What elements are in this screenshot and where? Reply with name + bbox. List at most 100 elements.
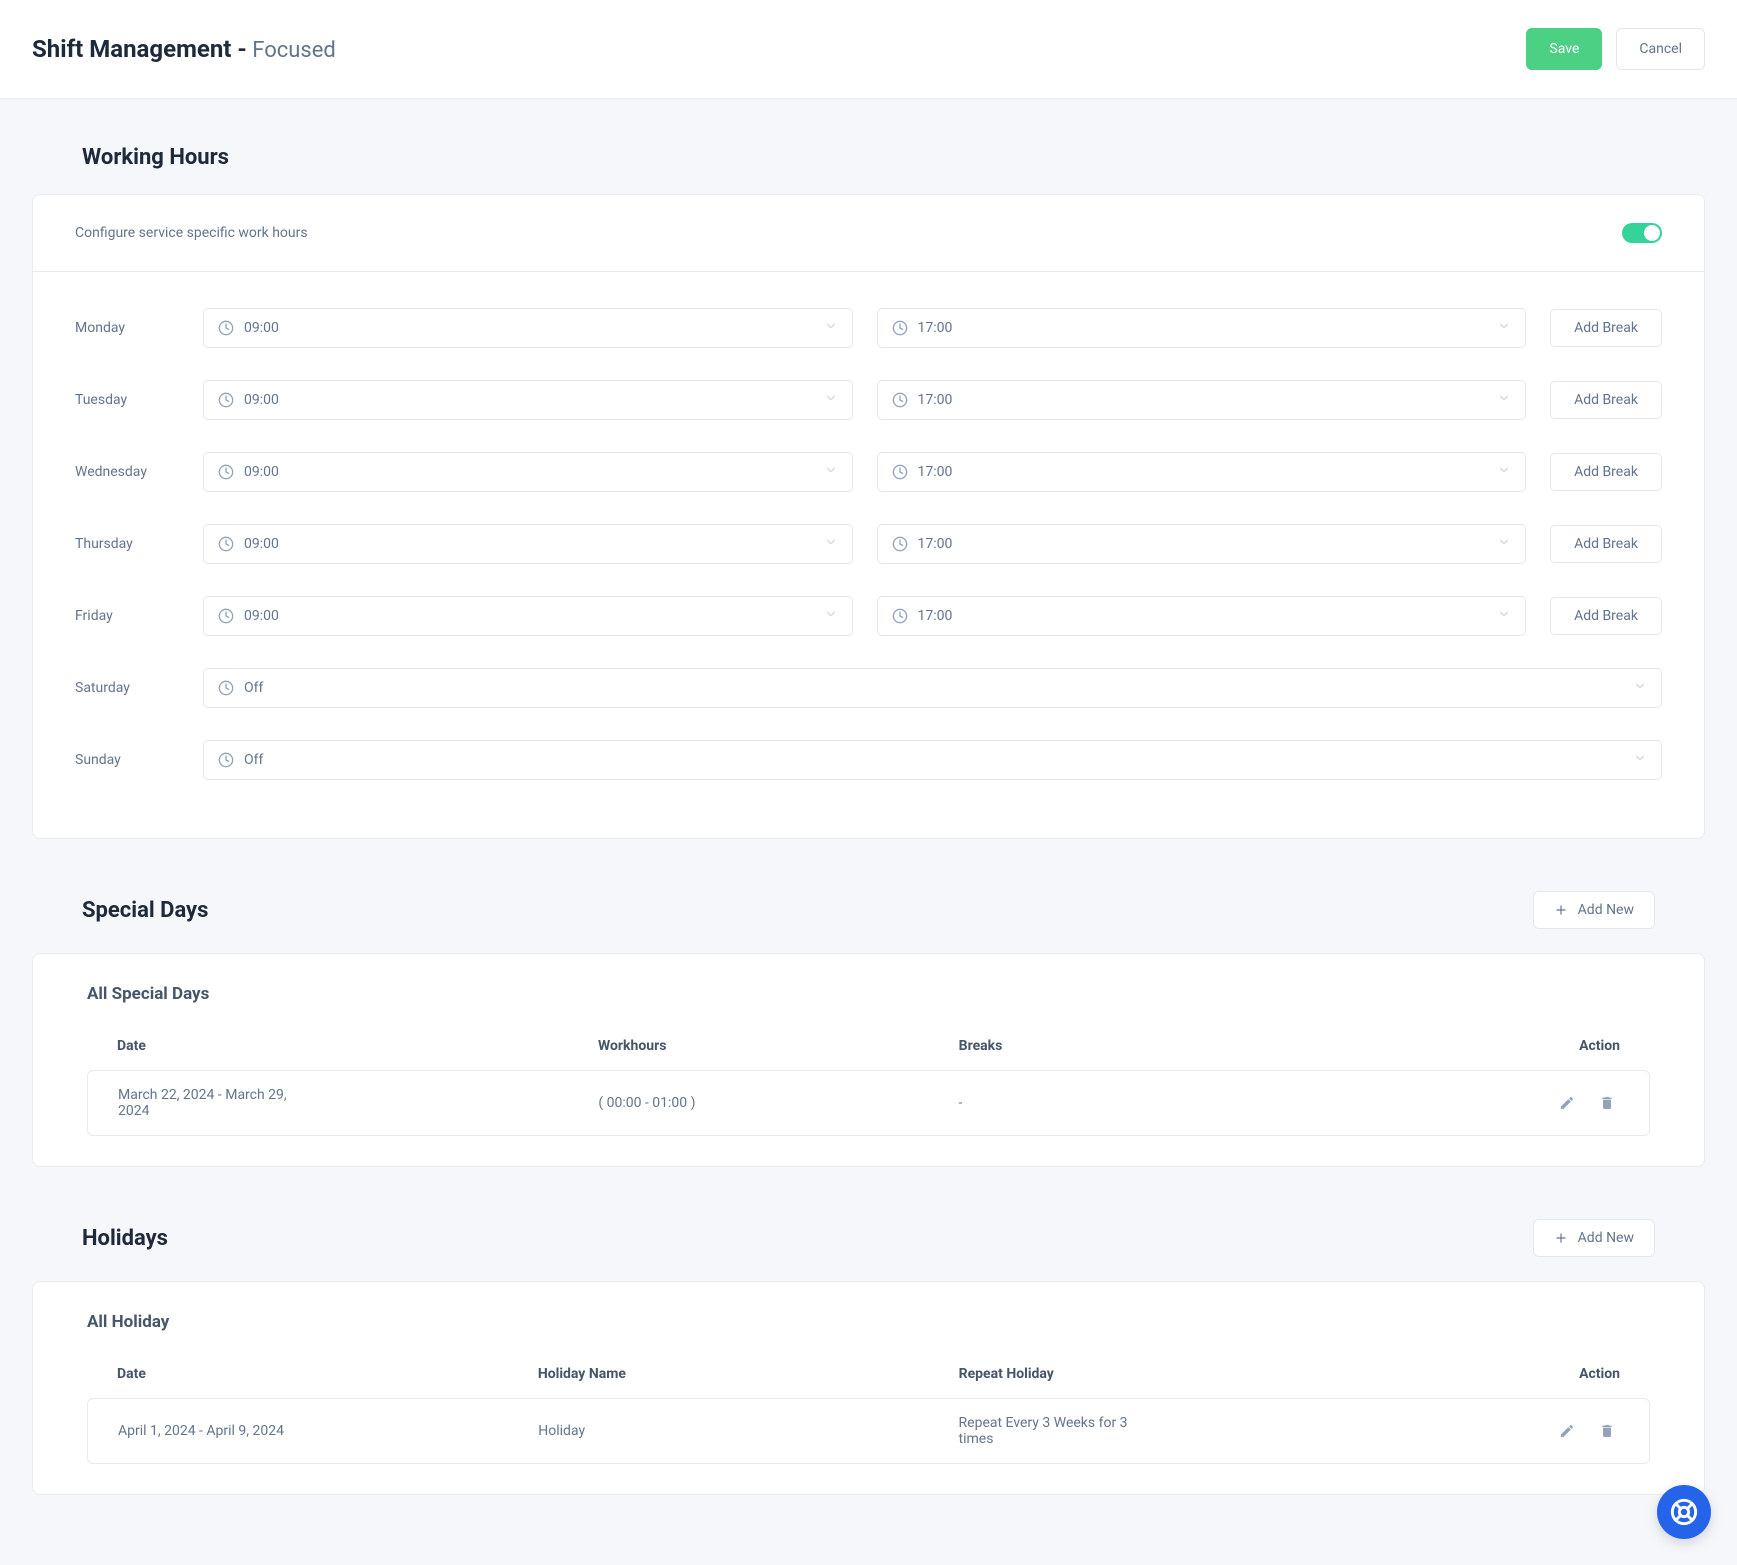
add-break-button[interactable]: Add Break xyxy=(1550,597,1662,635)
start-time-value: Off xyxy=(244,680,263,696)
delete-icon[interactable] xyxy=(1595,1091,1619,1115)
col-header-hdate: Date xyxy=(117,1366,538,1382)
clock-icon xyxy=(218,320,234,336)
end-time-select[interactable]: 17:00 xyxy=(877,596,1527,636)
cell-date: March 22, 2024 - March 29, 2024 xyxy=(118,1087,598,1119)
day-row: Sunday Off xyxy=(75,724,1662,796)
col-header-workhours: Workhours xyxy=(598,1038,959,1054)
special-days-header: Special Days Add New xyxy=(32,877,1705,953)
chevron-down-icon xyxy=(824,319,838,337)
holidays-table-head: Date Holiday Name Repeat Holiday Action xyxy=(87,1350,1650,1398)
end-time-select[interactable]: 17:00 xyxy=(877,524,1527,564)
cell-actions xyxy=(1469,1091,1619,1115)
end-time-select[interactable]: 17:00 xyxy=(877,308,1527,348)
working-hours-card: Configure service specific work hours Mo… xyxy=(32,194,1705,839)
start-time-select[interactable]: 09:00 xyxy=(203,596,853,636)
clock-icon xyxy=(892,392,908,408)
holidays-list-title: All Holiday xyxy=(33,1282,1704,1350)
col-header-date: Date xyxy=(117,1038,598,1054)
clock-icon xyxy=(218,752,234,768)
start-time-value: 09:00 xyxy=(244,392,279,408)
save-button[interactable]: Save xyxy=(1526,28,1602,70)
add-break-button[interactable]: Add Break xyxy=(1550,381,1662,419)
working-hours-subtitle: Configure service specific work hours xyxy=(75,225,308,241)
chevron-down-icon xyxy=(1497,463,1511,481)
end-time-value: 17:00 xyxy=(918,608,953,624)
clock-icon xyxy=(892,608,908,624)
cell-hname: Holiday xyxy=(538,1423,958,1439)
clock-icon xyxy=(218,536,234,552)
header-actions: Save Cancel xyxy=(1526,28,1705,70)
delete-icon[interactable] xyxy=(1595,1419,1619,1443)
holidays-title: Holidays xyxy=(82,1226,168,1251)
start-time-value: 09:00 xyxy=(244,608,279,624)
col-header-action: Action xyxy=(1470,1038,1620,1054)
special-days-table-head: Date Workhours Breaks Action xyxy=(87,1022,1650,1070)
day-label: Sunday xyxy=(75,752,179,768)
page-title: Shift Management - Focused xyxy=(32,35,336,63)
day-row: Tuesday09:0017:00Add Break xyxy=(75,364,1662,436)
special-days-list-title: All Special Days xyxy=(33,954,1704,1022)
cell-hrepeat: Repeat Every 3 Weeks for 3 times xyxy=(959,1415,1469,1447)
chevron-down-icon xyxy=(1633,679,1647,697)
start-time-value: 09:00 xyxy=(244,536,279,552)
chevron-down-icon xyxy=(1497,319,1511,337)
add-break-button[interactable]: Add Break xyxy=(1550,309,1662,347)
cell-breaks: - xyxy=(959,1095,1469,1111)
cell-hactions xyxy=(1469,1419,1619,1443)
col-header-haction: Action xyxy=(1470,1366,1620,1382)
holiday-row: April 1, 2024 - April 9, 2024HolidayRepe… xyxy=(87,1398,1650,1464)
start-time-select[interactable]: Off xyxy=(203,740,1662,780)
clock-icon xyxy=(892,464,908,480)
chevron-down-icon xyxy=(1633,751,1647,769)
working-hours-title: Working Hours xyxy=(82,145,229,170)
start-time-select[interactable]: Off xyxy=(203,668,1662,708)
add-holiday-button[interactable]: Add New xyxy=(1533,1219,1655,1257)
day-label: Friday xyxy=(75,608,179,624)
col-header-hname: Holiday Name xyxy=(538,1366,959,1382)
holidays-card: All Holiday Date Holiday Name Repeat Hol… xyxy=(32,1281,1705,1495)
page-title-suffix: Focused xyxy=(247,38,336,63)
special-day-row: March 22, 2024 - March 29, 2024( 00:00 -… xyxy=(87,1070,1650,1136)
start-time-value: Off xyxy=(244,752,263,768)
start-time-select[interactable]: 09:00 xyxy=(203,452,853,492)
add-break-button[interactable]: Add Break xyxy=(1550,525,1662,563)
chevron-down-icon xyxy=(1497,607,1511,625)
chevron-down-icon xyxy=(824,607,838,625)
plus-icon xyxy=(1554,903,1568,917)
day-label: Saturday xyxy=(75,680,179,696)
end-time-select[interactable]: 17:00 xyxy=(877,452,1527,492)
add-special-day-button[interactable]: Add New xyxy=(1533,891,1655,929)
add-holiday-label: Add New xyxy=(1578,1230,1634,1246)
end-time-value: 17:00 xyxy=(918,536,953,552)
start-time-value: 09:00 xyxy=(244,320,279,336)
help-fab[interactable] xyxy=(1657,1485,1711,1539)
working-hours-toggle[interactable] xyxy=(1622,223,1662,243)
clock-icon xyxy=(892,536,908,552)
end-time-value: 17:00 xyxy=(918,320,953,336)
cancel-button[interactable]: Cancel xyxy=(1616,28,1705,70)
plus-icon xyxy=(1554,1231,1568,1245)
day-row: Saturday Off xyxy=(75,652,1662,724)
holidays-header: Holidays Add New xyxy=(32,1205,1705,1281)
start-time-value: 09:00 xyxy=(244,464,279,480)
chevron-down-icon xyxy=(824,535,838,553)
clock-icon xyxy=(218,608,234,624)
start-time-select[interactable]: 09:00 xyxy=(203,524,853,564)
clock-icon xyxy=(218,680,234,696)
start-time-select[interactable]: 09:00 xyxy=(203,380,853,420)
end-time-select[interactable]: 17:00 xyxy=(877,380,1527,420)
clock-icon xyxy=(892,320,908,336)
special-days-title: Special Days xyxy=(82,898,208,923)
chevron-down-icon xyxy=(824,391,838,409)
page-header: Shift Management - Focused Save Cancel xyxy=(0,0,1737,99)
day-row: Wednesday 09:00 17:00 Add Break xyxy=(75,436,1662,508)
col-header-breaks: Breaks xyxy=(959,1038,1470,1054)
start-time-select[interactable]: 09:00 xyxy=(203,308,853,348)
edit-icon[interactable] xyxy=(1555,1419,1579,1443)
add-break-button[interactable]: Add Break xyxy=(1550,453,1662,491)
page-title-main: Shift Management - xyxy=(32,35,247,63)
edit-icon[interactable] xyxy=(1555,1091,1579,1115)
clock-icon xyxy=(218,392,234,408)
day-label: Wednesday xyxy=(75,464,179,480)
